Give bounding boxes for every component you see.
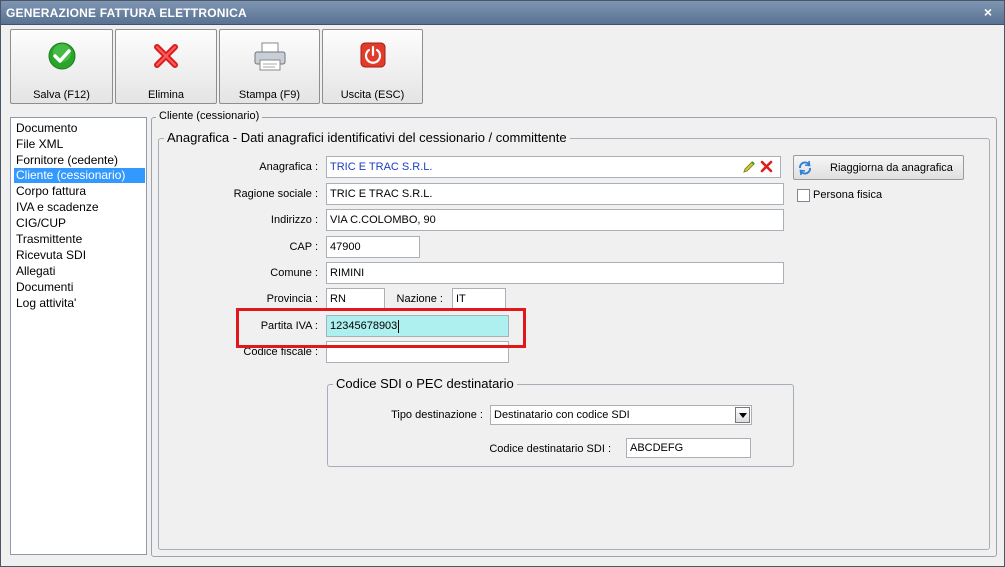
section-nav: Documento File XML Fornitore (cedente) C… — [10, 117, 147, 555]
clear-x-icon[interactable] — [760, 160, 773, 173]
comune-label: Comune : — [270, 267, 318, 279]
comune-field[interactable]: RIMINI — [326, 262, 784, 284]
power-icon — [360, 42, 385, 68]
close-icon[interactable]: × — [980, 5, 996, 20]
nav-item-fornitore[interactable]: Fornitore (cedente) — [14, 153, 120, 168]
nav-item-corpo-fattura[interactable]: Corpo fattura — [14, 184, 88, 199]
anagrafica-section-title: Anagrafica - Dati anagrafici identificat… — [164, 130, 570, 145]
checkmark-icon — [48, 42, 75, 70]
pencil-icon[interactable] — [742, 160, 756, 174]
refresh-from-anagrafica-button[interactable]: Riaggiorna da anagrafica — [793, 155, 964, 180]
nav-item-trasmittente[interactable]: Trasmittente — [14, 232, 84, 247]
nav-item-ricevuta-sdi[interactable]: Ricevuta SDI — [14, 248, 88, 263]
partita-iva-highlight — [236, 308, 526, 348]
nav-item-file-xml[interactable]: File XML — [14, 137, 65, 152]
cap-field[interactable]: 47900 — [326, 236, 420, 258]
title-bar[interactable]: GENERAZIONE FATTURA ELETTRONICA × — [1, 1, 1004, 25]
tipo-destinazione-select[interactable]: Destinatario con codice SDI — [490, 405, 752, 425]
nazione-field[interactable]: IT — [452, 288, 506, 310]
save-label: Salva (F12) — [33, 89, 90, 101]
chevron-down-icon[interactable] — [735, 407, 750, 423]
provincia-label: Provincia : — [266, 293, 318, 305]
codice-destinatario-label: Codice destinatario SDI : — [489, 443, 611, 455]
indirizzo-field[interactable]: VIA C.COLOMBO, 90 — [326, 209, 784, 231]
nav-item-allegati[interactable]: Allegati — [14, 264, 57, 279]
exit-label: Uscita (ESC) — [340, 89, 405, 101]
tipo-destinazione-label: Tipo destinazione : — [391, 409, 483, 421]
anagrafica-value: TRIC E TRAC S.R.L. — [330, 161, 433, 173]
provincia-field[interactable]: RN — [326, 288, 385, 310]
nav-item-iva-scadenze[interactable]: IVA e scadenze — [14, 200, 101, 215]
red-x-icon — [154, 44, 178, 68]
refresh-icon — [799, 160, 811, 176]
sdi-group-title: Codice SDI o PEC destinatario — [333, 376, 517, 391]
print-button[interactable]: Stampa (F9) — [219, 29, 320, 104]
nav-item-documenti[interactable]: Documenti — [14, 280, 75, 295]
exit-button[interactable]: Uscita (ESC) — [322, 29, 423, 104]
window-title: GENERAZIONE FATTURA ELETTRONICA — [6, 6, 247, 20]
anagrafica-label: Anagrafica : — [259, 161, 318, 173]
cliente-group-title: Cliente (cessionario) — [156, 110, 263, 122]
ragione-sociale-field[interactable]: TRIC E TRAC S.R.L. — [326, 183, 784, 205]
delete-button[interactable]: Elimina — [115, 29, 217, 104]
nav-item-log-attivita[interactable]: Log attivita' — [14, 296, 78, 311]
ragione-sociale-label: Ragione sociale : — [233, 188, 318, 200]
print-label: Stampa (F9) — [238, 89, 301, 101]
refresh-label: Riaggiorna da anagrafica — [830, 162, 953, 174]
persona-fisica-checkbox[interactable] — [797, 189, 810, 202]
anagrafica-field[interactable]: TRIC E TRAC S.R.L. — [326, 156, 781, 178]
indirizzo-label: Indirizzo : — [270, 214, 318, 226]
invoice-window: GENERAZIONE FATTURA ELETTRONICA × Salva … — [0, 0, 1005, 567]
printer-icon — [254, 42, 285, 71]
cap-label: CAP : — [289, 241, 318, 253]
tipo-destinazione-value: Destinatario con codice SDI — [494, 409, 630, 421]
persona-fisica-label: Persona fisica — [813, 189, 883, 201]
nav-item-cliente[interactable]: Cliente (cessionario) — [14, 168, 145, 183]
nav-item-documento[interactable]: Documento — [14, 121, 79, 136]
nav-item-cig-cup[interactable]: CIG/CUP — [14, 216, 68, 231]
save-button[interactable]: Salva (F12) — [10, 29, 113, 104]
nazione-label: Nazione : — [396, 293, 443, 305]
codice-destinatario-field[interactable]: ABCDEFG — [626, 438, 751, 458]
delete-label: Elimina — [147, 89, 185, 101]
